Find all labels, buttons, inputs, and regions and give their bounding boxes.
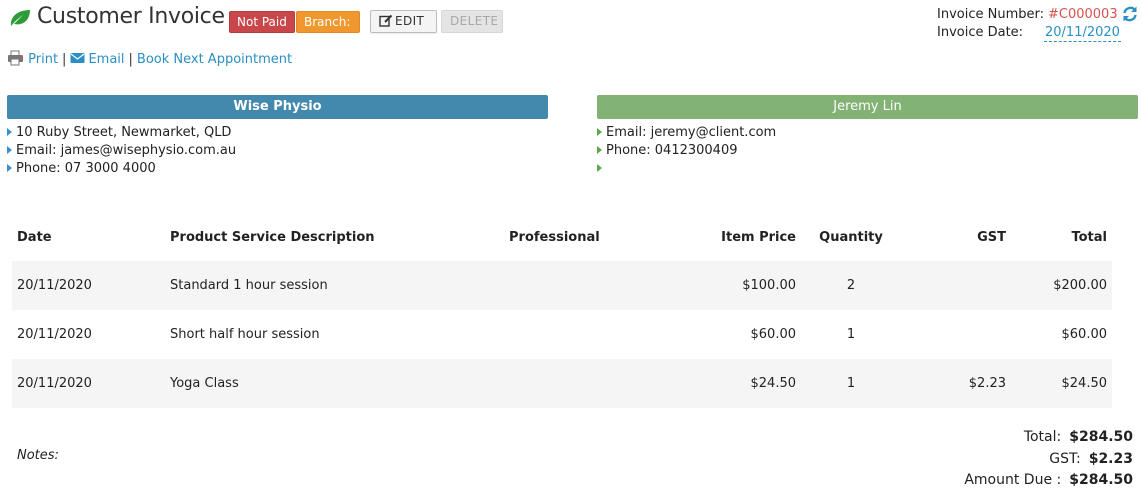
invoice-date-label: Invoice Date: <box>937 25 1024 40</box>
table-cell: 20/11/2020 <box>12 359 165 408</box>
bullet-icon <box>7 164 12 172</box>
table-cell: 1 <box>801 359 901 408</box>
client-name-bar: Jeremy Lin <box>597 95 1138 119</box>
table-cell: 20/11/2020 <box>12 261 165 310</box>
table-cell: $24.50 <box>659 359 801 408</box>
bullet-icon <box>7 146 12 154</box>
column-header: Product Service Description <box>170 229 375 245</box>
business-details: 10 Ruby Street, Newmarket, QLD Email: ja… <box>7 124 236 178</box>
column-header: Quantity <box>819 229 883 245</box>
list-item: Email: jeremy@client.com <box>597 124 776 142</box>
table-cell <box>504 261 659 310</box>
table-cell: $2.23 <box>901 359 1011 408</box>
table-cell: $24.50 <box>1011 359 1112 408</box>
table-cell: $200.00 <box>1011 261 1112 310</box>
gst-value: $2.23 <box>1088 451 1133 467</box>
client-phone: Phone: 0412300409 <box>606 143 738 158</box>
table-row: 20/11/2020 Yoga Class $24.50 1 $2.23 $24… <box>12 359 1112 408</box>
email-link-label: Email <box>88 52 125 67</box>
total-row: Total: $284.50 <box>1024 429 1133 445</box>
table-cell <box>504 310 659 359</box>
table-cell: $60.00 <box>750 327 797 342</box>
action-separator: | <box>128 52 133 67</box>
bullet-icon <box>597 146 602 154</box>
invoice-number-label: Invoice Number: <box>937 7 1044 22</box>
table-cell: Standard 1 hour session <box>165 261 504 310</box>
edit-label: EDIT <box>395 14 425 28</box>
printer-icon <box>8 50 23 66</box>
table-cell <box>901 310 1011 359</box>
email-link[interactable]: Email <box>70 52 125 67</box>
status-badge: Not Paid <box>229 11 295 33</box>
leaf-icon <box>10 10 30 26</box>
edit-button[interactable]: EDIT <box>370 10 437 33</box>
table-cell: 20/11/2020 <box>17 327 92 342</box>
table-row: 20/11/2020 Standard 1 hour session $100.… <box>12 261 1112 310</box>
notes-label: Notes: <box>17 448 59 463</box>
branch-badge: Branch: <box>296 11 360 33</box>
amount-due-value: $284.50 <box>1069 472 1133 488</box>
list-item: Phone: 0412300409 <box>597 142 776 160</box>
gst-row: GST: $2.23 <box>1049 451 1133 467</box>
column-header: Date <box>17 229 52 245</box>
business-address: 10 Ruby Street, Newmarket, QLD <box>16 125 232 140</box>
total-value: $284.50 <box>1069 429 1133 445</box>
invoice-number: #C000003 <box>1048 7 1118 22</box>
client-email: Email: jeremy@client.com <box>606 125 777 140</box>
client-details: Email: jeremy@client.com Phone: 04123004… <box>597 124 776 178</box>
refresh-icon[interactable] <box>1121 5 1139 23</box>
edit-icon <box>379 14 393 27</box>
invoice-date-field[interactable]: 20/11/2020 <box>1044 25 1121 42</box>
column-header: Professional <box>509 229 600 245</box>
amount-due-row: Amount Due : $284.50 <box>964 472 1133 488</box>
table-row: 20/11/2020 Short half hour session $60.0… <box>12 310 1112 359</box>
column-header: Total <box>1071 229 1107 245</box>
action-links: Print | Email | Book Next Appointment <box>7 50 292 67</box>
total-label: Total: <box>1023 429 1062 445</box>
bullet-icon <box>7 128 12 136</box>
column-header: GST <box>977 229 1006 245</box>
list-item: Phone: 07 3000 4000 <box>7 160 236 178</box>
business-name-bar: Wise Physio <box>7 95 548 119</box>
gst-label: GST: <box>1049 451 1081 467</box>
invoice-items-table: Date Product Service Description Profess… <box>12 213 1112 408</box>
column-header: Item Price <box>721 229 796 245</box>
book-appointment-link[interactable]: Book Next Appointment <box>137 52 292 67</box>
table-cell <box>901 261 1011 310</box>
delete-button[interactable]: DELETE <box>441 10 503 33</box>
list-item: Email: james@wisephysio.com.au <box>7 142 236 160</box>
list-item: 10 Ruby Street, Newmarket, QLD <box>7 124 236 142</box>
bullet-icon <box>597 164 602 172</box>
table-cell: Short half hour session <box>170 327 320 342</box>
action-separator: | <box>62 52 67 67</box>
table-cell: $60.00 <box>1061 327 1108 342</box>
amount-due-label: Amount Due : <box>964 472 1062 488</box>
page-title: Customer Invoice <box>37 4 225 29</box>
table-cell: $100.00 <box>659 261 801 310</box>
business-email: Email: james@wisephysio.com.au <box>16 143 237 158</box>
bullet-icon <box>597 128 602 136</box>
table-cell <box>504 359 659 408</box>
envelope-icon <box>70 53 85 63</box>
table-cell: 1 <box>846 327 856 342</box>
table-header-row: Date Product Service Description Profess… <box>12 213 1112 261</box>
print-link[interactable]: Print <box>28 52 58 67</box>
business-phone: Phone: 07 3000 4000 <box>16 161 156 176</box>
list-item <box>597 160 776 178</box>
table-cell: Yoga Class <box>165 359 504 408</box>
table-cell: 2 <box>801 261 901 310</box>
